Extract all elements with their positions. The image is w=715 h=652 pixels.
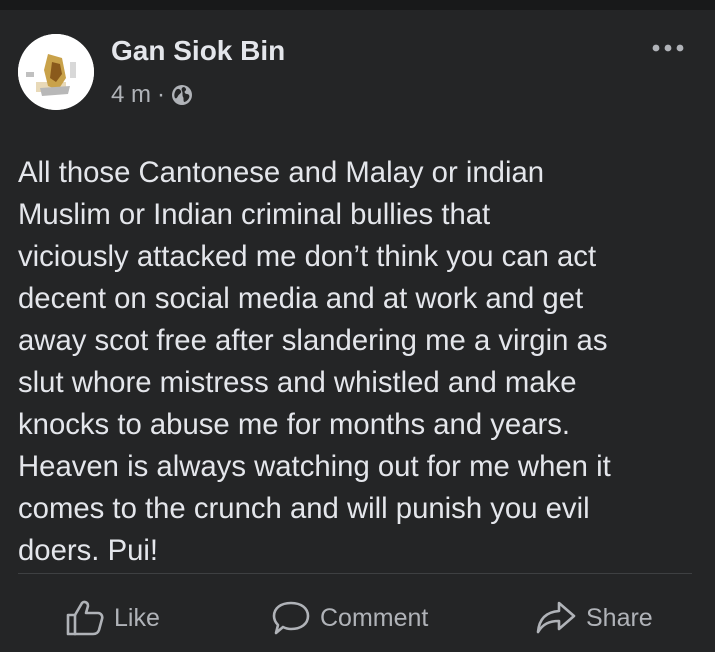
share-label: Share <box>586 603 653 632</box>
comment-label: Comment <box>320 603 429 632</box>
thumbs-up-icon <box>66 600 104 636</box>
like-label: Like <box>114 603 160 632</box>
post-card: Gan Siok Bin 4 m · All those Cantonese a… <box>0 10 715 652</box>
post-actions: Like Comment Share <box>0 595 715 641</box>
top-strip <box>0 0 715 10</box>
divider <box>18 573 692 574</box>
comment-icon <box>272 600 310 636</box>
comment-button[interactable]: Comment <box>272 595 428 641</box>
post-meta: 4 m · <box>111 80 193 110</box>
meta-separator: · <box>157 81 166 108</box>
avatar[interactable] <box>18 34 94 110</box>
share-button[interactable]: Share <box>536 595 653 641</box>
avatar-image <box>18 34 94 110</box>
more-options-icon[interactable] <box>644 34 692 62</box>
like-button[interactable]: Like <box>66 595 160 641</box>
share-arrow-icon <box>536 600 576 636</box>
author-name[interactable]: Gan Siok Bin <box>111 34 285 68</box>
post-text: All those Cantonese and Malay or indian … <box>18 156 611 567</box>
post-time[interactable]: 4 m <box>111 81 151 109</box>
globe-icon[interactable] <box>171 84 193 106</box>
